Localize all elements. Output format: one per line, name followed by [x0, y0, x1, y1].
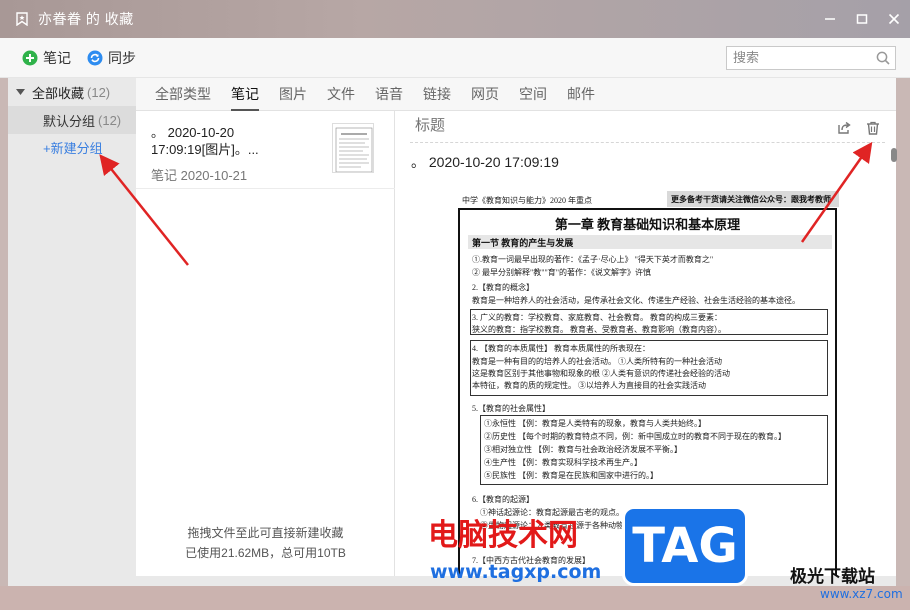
new-note-label: 笔记 [43, 49, 71, 66]
minimize-button[interactable] [814, 0, 846, 38]
delete-icon[interactable] [864, 119, 882, 137]
sidebar-all-favorites[interactable]: 全部收藏 (12) [8, 78, 136, 106]
sync-label: 同步 [108, 49, 136, 66]
maximize-button[interactable] [846, 0, 878, 38]
close-icon [888, 13, 900, 25]
bookmark-icon [14, 11, 30, 27]
doc-line: ④生产性 【例：教育实现科学技术再生产。】 [484, 458, 642, 467]
sidebar-root-label: 全部收藏 [32, 85, 85, 101]
maximize-icon [856, 14, 868, 24]
doc-header-right: 更多备考干货请关注微信公众号：跟我考教师 [667, 191, 839, 207]
search-input[interactable] [733, 50, 871, 65]
add-circle-icon [22, 50, 38, 65]
tab-webpages[interactable]: 网页 [471, 78, 499, 111]
storage-usage-text: 已使用21.62MB，总可用10TB [185, 546, 346, 560]
share-icon[interactable] [835, 119, 853, 137]
title-bar: 亦眷眷 的 收藏 [0, 0, 910, 38]
doc-line: 4. 【教育的本质属性】 教育本质属性的所表现在： [472, 344, 650, 353]
note-preview: 。 2020-10-20 17:09:19[图片]。... [151, 124, 311, 158]
sync-button[interactable]: 同步 [87, 48, 136, 68]
sidebar-item-label: 默认分组 [43, 113, 96, 129]
collapse-triangle-icon[interactable] [16, 88, 26, 96]
sidebar-item-count: (12) [98, 112, 122, 128]
doc-line: 这是教育区别于其他事物和现象的根 ②人类有意识的传递社会经验的活动 [472, 369, 730, 378]
desktop-background [0, 586, 910, 610]
document-thumbnail-icon [335, 127, 373, 172]
doc-line: 本特征，教育的质的规定性。 ③以培养人为直接目的社会实践活动 [472, 381, 706, 390]
sync-icon [87, 50, 103, 65]
note-preview-line: 17:09:19[图片]。... [151, 142, 259, 157]
doc-line: 6.【教育的起源】 [472, 495, 534, 504]
watermark-site-url: www.xz7.com [820, 587, 903, 601]
doc-line: ①永恒性 【例：教育是人类特有的现象，教育与人类共始终。】 [484, 419, 706, 428]
doc-line: 3. 广义的教育：学校教育、家庭教育、社会教育。 教育的构成三要素： [472, 313, 722, 322]
tab-notes[interactable]: 笔记 [231, 78, 259, 111]
list-item[interactable]: 。 2020-10-20 17:09:19[图片]。... 笔记 2020-10… [136, 111, 395, 189]
tab-files[interactable]: 文件 [327, 78, 355, 111]
window-title: 亦眷眷 的 收藏 [38, 11, 134, 27]
doc-section-title: 第一节 教育的产生与发展 [468, 235, 832, 249]
scrollbar-thumb[interactable] [891, 148, 897, 162]
search-box [726, 45, 896, 70]
drop-hint-text: 拖拽文件至此可直接新建收藏 [187, 526, 344, 540]
new-group-link[interactable]: +新建分组 [8, 134, 136, 160]
watermark-text: 电脑技术网 [428, 518, 578, 553]
close-button[interactable] [878, 0, 910, 38]
tab-voice[interactable]: 语音 [375, 78, 403, 111]
doc-line: 2.【教育的概念】 [472, 283, 534, 292]
tab-all-types[interactable]: 全部类型 [155, 78, 211, 111]
doc-chapter-title: 第一章 教育基础知识和基本原理 [554, 217, 741, 232]
new-note-button[interactable]: 笔记 [22, 48, 71, 68]
doc-line: 5.【教育的社会属性】 [472, 404, 550, 413]
tab-space[interactable]: 空间 [519, 78, 547, 111]
doc-line: ⑤民族性 【例：教育是在民族和国家中进行的。】 [484, 471, 658, 480]
minimize-icon [825, 18, 835, 20]
doc-line: ③相对独立性 【例：教育与社会政治经济发展不平衡。】 [484, 445, 682, 454]
sidebar-item-default-group[interactable]: 默认分组 (12) [8, 106, 136, 134]
category-tabs: 全部类型 笔记 图片 文件 语音 链接 网页 空间 邮件 [136, 78, 896, 111]
title-divider [410, 142, 885, 143]
watermark-tag-logo: TAG [622, 506, 748, 586]
sidebar-root-count: (12) [87, 84, 111, 100]
watermark-url: www.tagxp.com [430, 561, 602, 583]
tab-mail[interactable]: 邮件 [567, 78, 595, 111]
doc-line: 教育是一种有目的的培养人的社会活动。 ①人类所特有的一种社会活动 [472, 357, 722, 366]
doc-line: ①.教育一词最早出现的著作：《孟子·尽心上》 "得天下英才而教育之" [472, 255, 714, 264]
doc-line: ②历史性 【每个时期的教育特点不同，例：新中国成立时的教育不同于现在的教育。】 [484, 432, 786, 441]
note-list: 。 2020-10-20 17:09:19[图片]。... 笔记 2020-10… [136, 111, 395, 576]
doc-line: ② 最早分别解释"教""育"的著作：《说文解字》许慎 [472, 268, 652, 277]
search-icon[interactable] [871, 51, 895, 65]
note-body-text: 。 2020-10-20 17:09:19 [411, 154, 559, 170]
doc-line: 教育是一种培养人的社会活动，是传承社会文化、传递生产经验、社会生活经验的基本途径… [472, 296, 800, 305]
note-thumbnail [332, 123, 374, 173]
doc-line: 狭义的教育：指学校教育。 教育者、受教育者、教育影响（教育内容）。 [472, 325, 726, 334]
tab-images[interactable]: 图片 [279, 78, 307, 111]
toolbar: 笔记 同步 [0, 38, 910, 78]
tab-links[interactable]: 链接 [423, 78, 451, 111]
note-date: 笔记 2020-10-21 [151, 168, 248, 183]
sidebar: 全部收藏 (12) 默认分组 (12) +新建分组 [8, 78, 136, 576]
watermark-site-name: 极光下载站 [790, 567, 875, 587]
note-preview-line: 。 2020-10-20 [151, 125, 235, 140]
doc-header-left: 中学《教育知识与能力》2020 年重点 [462, 196, 592, 205]
note-title-input[interactable] [415, 117, 715, 134]
